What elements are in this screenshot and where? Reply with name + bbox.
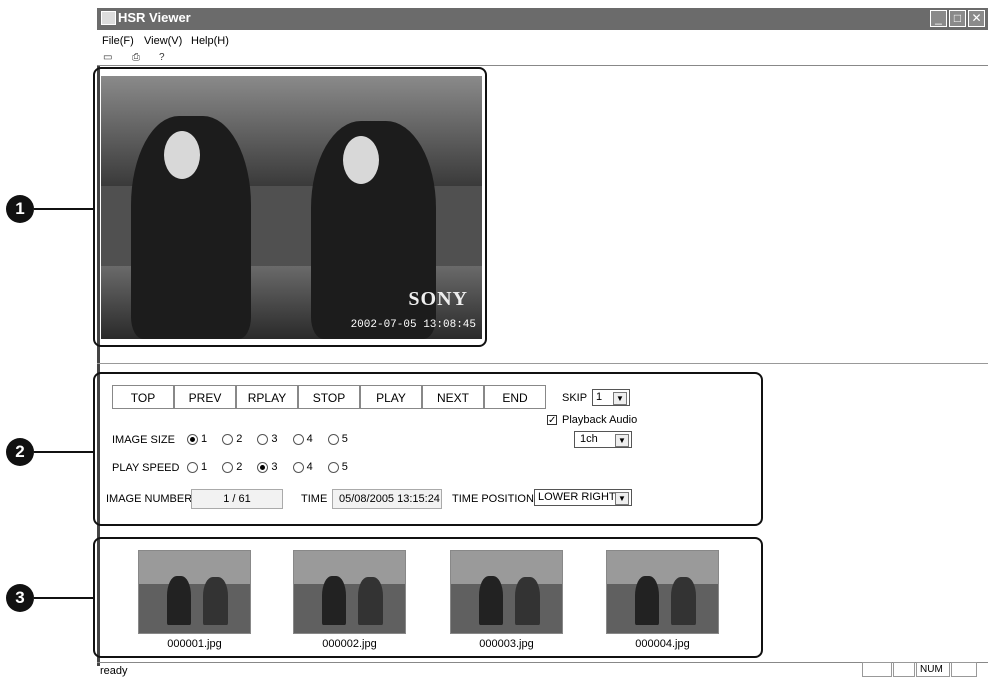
thumbnail-4-label: 000004.jpg <box>635 638 690 650</box>
thumbnail-2[interactable] <box>293 550 406 634</box>
menu-view[interactable]: View(V) <box>144 35 182 47</box>
thumbnail-1[interactable] <box>138 550 251 634</box>
app-icon <box>101 11 116 25</box>
image-size-label: IMAGE SIZE <box>112 434 175 446</box>
chevron-down-icon: ▼ <box>615 492 629 505</box>
callout-marker-3: 3 <box>6 584 34 612</box>
status-cell-4 <box>951 662 977 677</box>
callout-line-1 <box>34 208 93 210</box>
menu-bar: File(F) View(V) Help(H) <box>97 31 988 51</box>
chevron-down-icon: ▼ <box>613 392 627 405</box>
playback-audio-label: Playback Audio <box>562 414 638 426</box>
thumbnail-3[interactable] <box>450 550 563 634</box>
play-speed-option-3[interactable]: 3 <box>257 461 278 473</box>
menu-file[interactable]: File(F) <box>102 35 134 47</box>
callout-frame-1 <box>93 67 487 347</box>
play-speed-option-1[interactable]: 1 <box>187 461 207 473</box>
time-position-value: LOWER RIGHT <box>538 491 616 503</box>
thumbnail-3-label: 000003.jpg <box>479 638 534 650</box>
print-icon[interactable]: ⎙ <box>132 52 140 63</box>
menu-help[interactable]: Help(H) <box>191 35 229 47</box>
rplay-button[interactable]: RPLAY <box>236 385 298 409</box>
channel-select[interactable]: 1ch ▼ <box>574 431 632 448</box>
time-position-select[interactable]: LOWER RIGHT ▼ <box>534 489 632 506</box>
status-num: NUM <box>916 662 950 677</box>
image-size-option-4[interactable]: 4 <box>292 433 313 445</box>
image-size-option-5[interactable]: 5 <box>327 433 348 445</box>
skip-select[interactable]: 1 ▼ <box>592 389 630 406</box>
channel-value: 1ch <box>580 433 598 445</box>
status-cell-1 <box>862 662 892 677</box>
image-number-field: 1 / 61 <box>191 489 283 509</box>
help-icon[interactable]: ? <box>159 52 165 63</box>
minimize-icon[interactable]: _ <box>930 10 947 27</box>
playback-audio-checkbox[interactable]: ✓ <box>547 415 557 426</box>
skip-label: SKIP <box>562 392 588 404</box>
prev-button[interactable]: PREV <box>174 385 236 409</box>
play-speed-option-5[interactable]: 5 <box>327 461 348 473</box>
top-button[interactable]: TOP <box>112 385 174 409</box>
callout-line-2 <box>34 451 93 453</box>
image-size-options: 1 2 3 4 5 <box>187 433 348 445</box>
chevron-down-icon: ▼ <box>615 434 629 447</box>
thumbnail-4[interactable] <box>606 550 719 634</box>
window-title: HSR Viewer <box>118 10 191 25</box>
time-field: 05/08/2005 13:15:24 <box>332 489 442 509</box>
title-bar <box>97 8 988 30</box>
close-icon[interactable]: ✕ <box>968 10 985 27</box>
play-speed-options: 1 2 3 4 5 <box>187 461 348 473</box>
image-size-option-3[interactable]: 3 <box>257 433 278 445</box>
play-speed-option-2[interactable]: 2 <box>222 461 242 473</box>
status-bar: ready <box>97 662 988 680</box>
skip-value: 1 <box>596 391 603 403</box>
callout-marker-2: 2 <box>6 438 34 466</box>
status-cell-2 <box>893 662 915 677</box>
image-size-option-2[interactable]: 2 <box>222 433 242 445</box>
stop-button[interactable]: STOP <box>298 385 360 409</box>
image-number-label: IMAGE NUMBER <box>106 493 193 505</box>
maximize-icon[interactable]: □ <box>949 10 966 27</box>
toolbar: ▭ ⎙ ? <box>97 51 988 66</box>
next-button[interactable]: NEXT <box>422 385 484 409</box>
time-position-label: TIME POSITION <box>452 493 534 505</box>
callout-line-3 <box>34 597 93 599</box>
status-text: ready <box>100 665 128 677</box>
thumbnail-2-label: 000002.jpg <box>322 638 377 650</box>
thumbnail-1-label: 000001.jpg <box>167 638 222 650</box>
end-button[interactable]: END <box>484 385 546 409</box>
panel-divider <box>97 363 988 364</box>
play-button[interactable]: PLAY <box>360 385 422 409</box>
play-speed-label: PLAY SPEED <box>112 462 180 474</box>
image-size-option-1[interactable]: 1 <box>187 433 207 445</box>
time-label: TIME <box>301 493 328 505</box>
open-icon[interactable]: ▭ <box>103 52 112 63</box>
play-speed-option-4[interactable]: 4 <box>292 461 313 473</box>
callout-marker-1: 1 <box>6 195 34 223</box>
